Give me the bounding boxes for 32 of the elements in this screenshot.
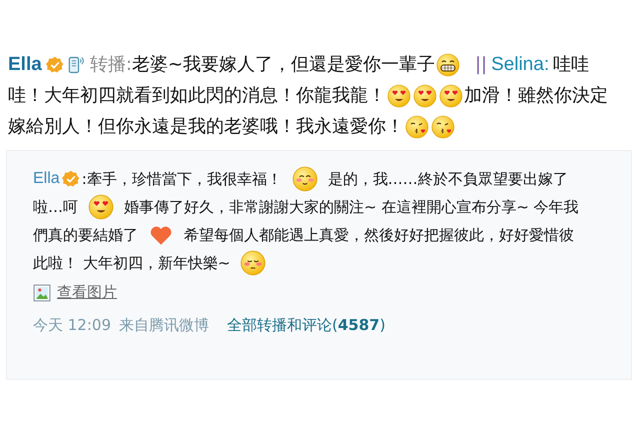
post-source: 来自腾讯微博 [119, 316, 209, 335]
kissing-face-icon [431, 114, 455, 138]
heart-eyes-face-icon [88, 194, 114, 220]
post-text: 希望每個人都能遇上真愛，然後好好把握彼此，好好愛惜彼 [184, 225, 574, 246]
author-link[interactable]: Ella [8, 49, 42, 80]
post-time: 今天 12:09 [33, 316, 111, 335]
view-image-link[interactable]: 查看图片 [57, 283, 117, 302]
smiling-face-icon [292, 166, 318, 192]
post-text: 嫁給別人！但你永遠是我的老婆哦！我永遠愛你！ [8, 115, 404, 139]
blushing-face-icon [240, 250, 266, 276]
post-text: 哇！大年初四就看到如此閃的消息！你龍我龍！ [8, 84, 386, 108]
heart-eyes-face-icon [387, 84, 411, 108]
author-link[interactable]: Ella [33, 165, 60, 193]
post-text: 啦…呵 [33, 197, 78, 218]
post-text: 此啦！ 大年初四，新年快樂~ [33, 253, 230, 274]
action-label: 转播: [90, 53, 132, 77]
post-text: 老婆~我要嫁人了，但還是愛你一輩子 [132, 53, 435, 77]
post-text: 是的，我……終於不負眾望要出嫁了 [328, 169, 568, 190]
heart-eyes-face-icon [439, 84, 463, 108]
grinning-face-icon [436, 52, 460, 76]
post-text: 加滑！雖然你決定 [464, 84, 608, 108]
post-text: 牽手，珍惜當下，我很幸福！ [86, 169, 282, 190]
image-icon [33, 284, 51, 302]
post-text: 們真的要結婚了 [33, 225, 138, 246]
post-text: : [82, 169, 87, 190]
post-text: 哇哇 [553, 53, 590, 77]
kissing-face-icon [405, 114, 429, 138]
heart-eyes-face-icon [413, 84, 437, 108]
post-text: 婚事傳了好久，非常謝謝大家的關注~ 在這裡開心宣布分享~ 今年我 [124, 197, 579, 218]
comments-link[interactable]: 全部转播和评论(4587) [227, 316, 386, 335]
user-link[interactable]: Selina: [491, 49, 550, 80]
separator-mark: || [474, 53, 488, 77]
